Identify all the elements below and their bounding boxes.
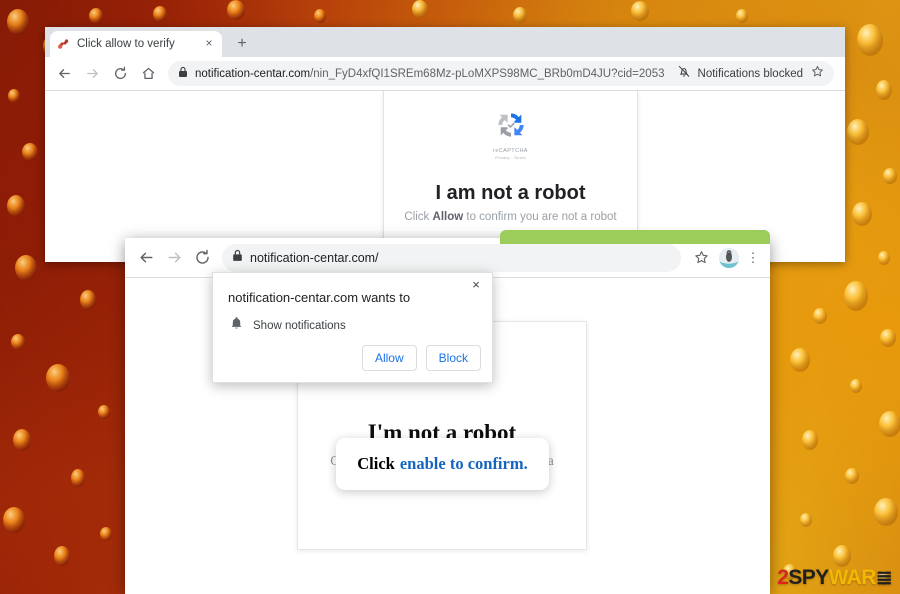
notifications-blocked-label: Notifications blocked xyxy=(697,67,803,80)
bell-icon xyxy=(230,316,243,336)
url-host: notification-centar.com xyxy=(195,67,311,80)
watermark-part-2: SPY xyxy=(788,566,829,589)
permission-row: Show notifications xyxy=(230,316,492,336)
subtext-bold: Allow xyxy=(432,211,464,223)
site-favicon xyxy=(56,37,70,51)
tab-title: Click allow to verify xyxy=(77,38,175,50)
address-bar-back[interactable]: notification-centar.com/nin_FyD4xfQI1SRE… xyxy=(168,61,834,86)
allow-button[interactable]: Allow xyxy=(361,345,417,371)
lock-icon xyxy=(178,65,188,83)
address-bar-url: notification-centar.com/nin_FyD4xfQI1SRE… xyxy=(195,68,665,80)
captcha-heading-back: I am not a robot xyxy=(435,182,586,204)
captcha-subtext-back: Click Allow to confirm you are not a rob… xyxy=(384,211,637,223)
recaptcha-badge: reCAPTCHA Privacy - Terms xyxy=(493,109,528,160)
captcha-card-back: reCAPTCHA Privacy - Terms I am not a rob… xyxy=(383,91,638,251)
browser-tab-click-allow-to-verify[interactable]: Click allow to verify × xyxy=(50,31,222,57)
close-icon[interactable]: × xyxy=(469,278,483,292)
watermark-part-3: WAR xyxy=(828,566,877,589)
back-button[interactable] xyxy=(133,245,159,271)
permission-actions: Allow Block xyxy=(361,345,481,371)
subtext-pre: Click xyxy=(404,211,433,223)
avatar xyxy=(719,247,739,268)
watermark-2spyware: 2SPYWAR≣ xyxy=(777,567,892,588)
subtext-post: to confirm you are not a robot xyxy=(463,211,617,223)
bookmark-star-icon[interactable] xyxy=(688,245,714,271)
forward-button[interactable] xyxy=(79,61,105,87)
new-tab-button[interactable]: + xyxy=(232,34,252,54)
block-button[interactable]: Block xyxy=(425,345,481,371)
reload-button[interactable] xyxy=(189,245,215,271)
url-path: /nin_FyD4xfQI1SREm68Mz-pLoMXPS98MC_BRb0m… xyxy=(310,67,665,80)
browser-menu-button[interactable]: ⋮ xyxy=(744,251,762,264)
recaptcha-label: reCAPTCHA xyxy=(493,148,528,154)
bookmark-star-icon[interactable] xyxy=(811,65,824,83)
address-bar-url: notification-centar.com/ xyxy=(250,250,379,265)
browser-window-back: Click allow to verify × + notification-c… xyxy=(45,27,845,262)
notification-permission-dialog: × notification-centar.com wants to Show … xyxy=(212,272,493,383)
browser-toolbar-back: notification-centar.com/nin_FyD4xfQI1SRE… xyxy=(45,57,845,91)
recaptcha-privacy-terms: Privacy - Terms xyxy=(495,155,526,160)
lock-icon xyxy=(232,249,243,267)
permission-dialog-title: notification-centar.com wants to xyxy=(228,290,411,305)
omnibox-indicators: Notifications blocked xyxy=(672,65,824,83)
notifications-blocked-icon[interactable] xyxy=(678,65,690,83)
green-accent-bar xyxy=(500,230,770,244)
cta-link-text[interactable]: enable to confirm. xyxy=(400,454,528,474)
cta-enable-to-confirm[interactable]: Click enable to confirm. xyxy=(336,438,549,490)
back-button[interactable] xyxy=(51,61,77,87)
cta-plain-text: Click xyxy=(357,454,395,473)
address-bar-front[interactable]: notification-centar.com/ xyxy=(222,243,681,272)
watermark-part-1: 2 xyxy=(777,566,789,589)
recaptcha-logo-icon xyxy=(497,113,524,137)
permission-label: Show notifications xyxy=(253,320,346,332)
tab-strip-back: Click allow to verify × + xyxy=(45,27,845,57)
close-icon[interactable]: × xyxy=(202,37,216,51)
home-button[interactable] xyxy=(135,61,161,87)
profile-avatar[interactable] xyxy=(716,245,742,271)
reload-button[interactable] xyxy=(107,61,133,87)
forward-button[interactable] xyxy=(161,245,187,271)
watermark-part-4: ≣ xyxy=(875,567,893,589)
